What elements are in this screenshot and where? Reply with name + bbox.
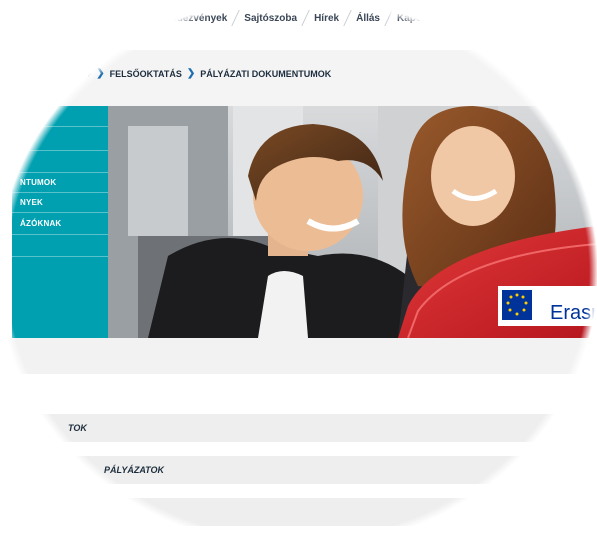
breadcrumb-item-felsooktatas[interactable]: FELSŐOKTATÁS (110, 69, 182, 79)
sidebar-item-dokumentumok[interactable]: NTUMOK (20, 178, 56, 187)
nav-item-rendezvenyek[interactable]: Rendezvények (158, 13, 227, 24)
sidebar-divider (12, 192, 108, 193)
sidebar-divider (12, 212, 108, 213)
accordion-label: PÁLYÁZATOK (104, 465, 164, 475)
breadcrumb-item-erasmus[interactable]: MUS+ (66, 69, 91, 79)
nav-item-kapcsolat[interactable]: Kapcsolat (397, 13, 445, 24)
page: tár Rendezvények Sajtószoba Hírek Állás … (0, 0, 597, 544)
sidebar-divider (12, 172, 108, 173)
hero-photo: Erasm (108, 106, 597, 338)
nav-separator (343, 10, 352, 26)
breadcrumb-item-current: PÁLYÁZATI DOKUMENTUMOK (200, 68, 332, 79)
sidebar-divider (12, 126, 108, 127)
chevron-right-icon: ❯ (186, 68, 196, 79)
accordion-label: TOK (68, 423, 87, 433)
content-band (0, 338, 597, 374)
top-navigation: tár Rendezvények Sajtószoba Hírek Állás … (128, 10, 568, 26)
breadcrumb: MUS+ ❯ FELSŐOKTATÁS ❯ PÁLYÁZATI DOKUMENT… (66, 68, 331, 79)
sidebar-item-eredmenyek[interactable]: NYEK (20, 198, 43, 207)
sidebar-divider (12, 256, 108, 257)
nav-item-sajtoszoba[interactable]: Sajtószoba (244, 13, 297, 24)
nav-separator (301, 10, 310, 26)
sidebar-divider (12, 150, 108, 151)
nav-item-allas[interactable]: Állás (356, 13, 380, 24)
nav-separator (449, 10, 458, 26)
sidebar-item-palyazoknak[interactable]: ÁZÓKNAK (20, 219, 61, 228)
erasmus-logo-text: Erasm (550, 302, 597, 324)
accordion-item-dokumentumok[interactable]: TOK (34, 414, 596, 442)
accordion-item-palyazatok[interactable]: PÁLYÁZATOK (40, 456, 597, 484)
hero-image: Erasm (108, 106, 597, 338)
nav-separator (384, 10, 393, 26)
sidebar-menu: NTUMOK NYEK ÁZÓKNAK (12, 106, 108, 338)
nav-item-tar[interactable]: tár (128, 13, 141, 24)
sidebar-divider (12, 234, 108, 235)
accordion-item[interactable] (90, 498, 510, 526)
nav-separator (231, 10, 241, 26)
nav-item-hirek[interactable]: Hírek (314, 13, 339, 24)
chevron-right-icon: ❯ (96, 68, 105, 79)
nav-separator (145, 10, 154, 26)
